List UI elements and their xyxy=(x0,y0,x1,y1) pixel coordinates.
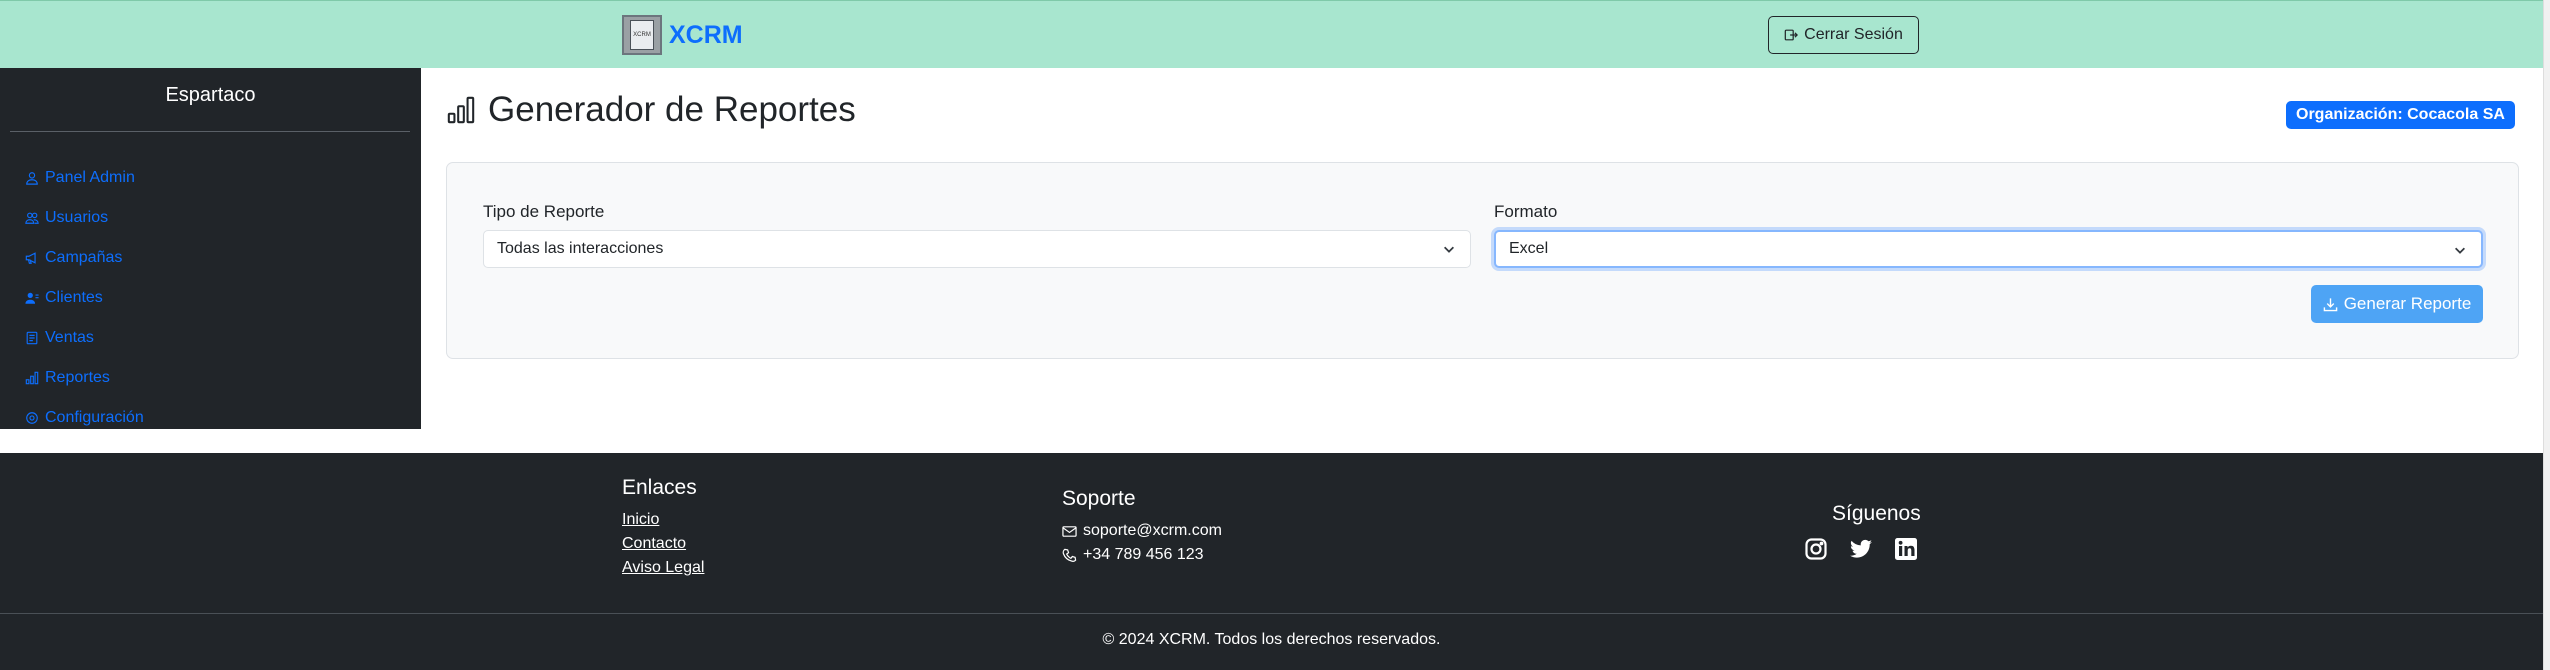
format-value: Excel xyxy=(1509,240,1549,257)
sidebar-item-clientes[interactable]: Clientes xyxy=(25,278,144,318)
logout-label: Cerrar Sesión xyxy=(1804,26,1903,43)
sidebar-item-label: Campañas xyxy=(45,249,123,266)
page-title: Generador de Reportes xyxy=(446,90,856,130)
window-scrollbar[interactable] xyxy=(2543,0,2550,670)
chevron-down-icon xyxy=(2455,247,2465,254)
sidebar-item-panel-admin[interactable]: Panel Admin xyxy=(25,158,144,198)
brand-logo: XCRM xyxy=(622,15,662,55)
brand-link[interactable]: XCRM XCRM xyxy=(622,15,743,55)
report-form-card: Tipo de Reporte Todas las interacciones … xyxy=(446,162,2519,359)
sidebar-item-label: Ventas xyxy=(45,329,94,346)
report-type-label: Tipo de Reporte xyxy=(483,202,605,221)
sidebar-item-configuracion[interactable]: Configuración xyxy=(25,398,144,438)
sidebar-user-name: Espartaco xyxy=(165,84,256,106)
footer-links-title: Enlaces xyxy=(622,476,697,499)
people-icon xyxy=(25,212,39,224)
download-icon xyxy=(2323,297,2337,311)
bar-chart-icon xyxy=(447,96,475,124)
receipt-icon xyxy=(26,331,38,345)
footer-social-title: Síguenos xyxy=(1832,502,1921,525)
sidebar-item-ventas[interactable]: Ventas xyxy=(25,318,144,358)
gear-icon xyxy=(26,412,38,424)
logout-icon xyxy=(1784,29,1799,41)
footer-support-title: Soporte xyxy=(1062,487,1136,510)
brand-name: XCRM xyxy=(669,20,743,49)
footer-link-aviso-legal[interactable]: Aviso Legal xyxy=(622,559,704,577)
footer-divider xyxy=(0,613,2543,614)
sidebar-item-label: Usuarios xyxy=(45,209,109,226)
phone-icon xyxy=(1062,548,1077,562)
sidebar-nav: Panel Admin Usuarios Campañas Clientes V… xyxy=(25,158,144,438)
megaphone-icon xyxy=(25,252,36,264)
support-email: soporte@xcrm.com xyxy=(1062,522,1222,540)
format-select[interactable]: Excel xyxy=(1494,230,2483,268)
sidebar-item-usuarios[interactable]: Usuarios xyxy=(25,198,144,238)
twitter-icon[interactable] xyxy=(1849,537,1873,561)
bar-chart-icon xyxy=(25,371,39,385)
sidebar-divider xyxy=(10,131,410,132)
person-icon xyxy=(26,172,38,185)
format-label: Formato xyxy=(1494,202,1558,221)
sidebar: Espartaco Panel Admin Usuarios Campañas … xyxy=(0,68,421,429)
footer: Enlaces Inicio Contacto Aviso Legal Sopo… xyxy=(0,453,2543,670)
report-type-select[interactable]: Todas las interacciones xyxy=(483,230,1471,268)
logout-button[interactable]: Cerrar Sesión xyxy=(1768,16,1919,54)
page-title-text: Generador de Reportes xyxy=(488,90,856,129)
chevron-down-icon xyxy=(1444,246,1454,253)
generate-report-button[interactable]: Generar Reporte xyxy=(2311,285,2483,323)
copyright-text: © 2024 XCRM. Todos los derechos reservad… xyxy=(1102,631,1441,648)
support-phone-text: +34 789 456 123 xyxy=(1083,546,1204,563)
sidebar-item-label: Panel Admin xyxy=(45,169,135,186)
report-type-value: Todas las interacciones xyxy=(497,240,664,257)
support-phone: +34 789 456 123 xyxy=(1062,546,1204,564)
sidebar-item-campanas[interactable]: Campañas xyxy=(25,238,144,278)
organization-badge: Organización: Cocacola SA xyxy=(2286,101,2515,129)
generate-report-label: Generar Reporte xyxy=(2343,294,2472,313)
sidebar-item-reportes[interactable]: Reportes xyxy=(25,358,144,398)
social-links xyxy=(1804,537,1918,561)
envelope-icon xyxy=(1062,525,1077,537)
top-navbar: XCRM XCRM Cerrar Sesión xyxy=(0,0,2543,68)
linkedin-icon[interactable] xyxy=(1894,537,1918,561)
sidebar-item-label: Configuración xyxy=(45,409,144,426)
support-email-text: soporte@xcrm.com xyxy=(1083,522,1222,539)
person-lines-icon xyxy=(25,292,39,304)
instagram-icon[interactable] xyxy=(1804,537,1828,561)
footer-link-contacto[interactable]: Contacto xyxy=(622,535,686,553)
sidebar-item-label: Reportes xyxy=(45,369,110,386)
footer-link-inicio[interactable]: Inicio xyxy=(622,511,659,529)
brand-logo-text: XCRM xyxy=(630,20,654,50)
sidebar-item-label: Clientes xyxy=(45,289,103,306)
